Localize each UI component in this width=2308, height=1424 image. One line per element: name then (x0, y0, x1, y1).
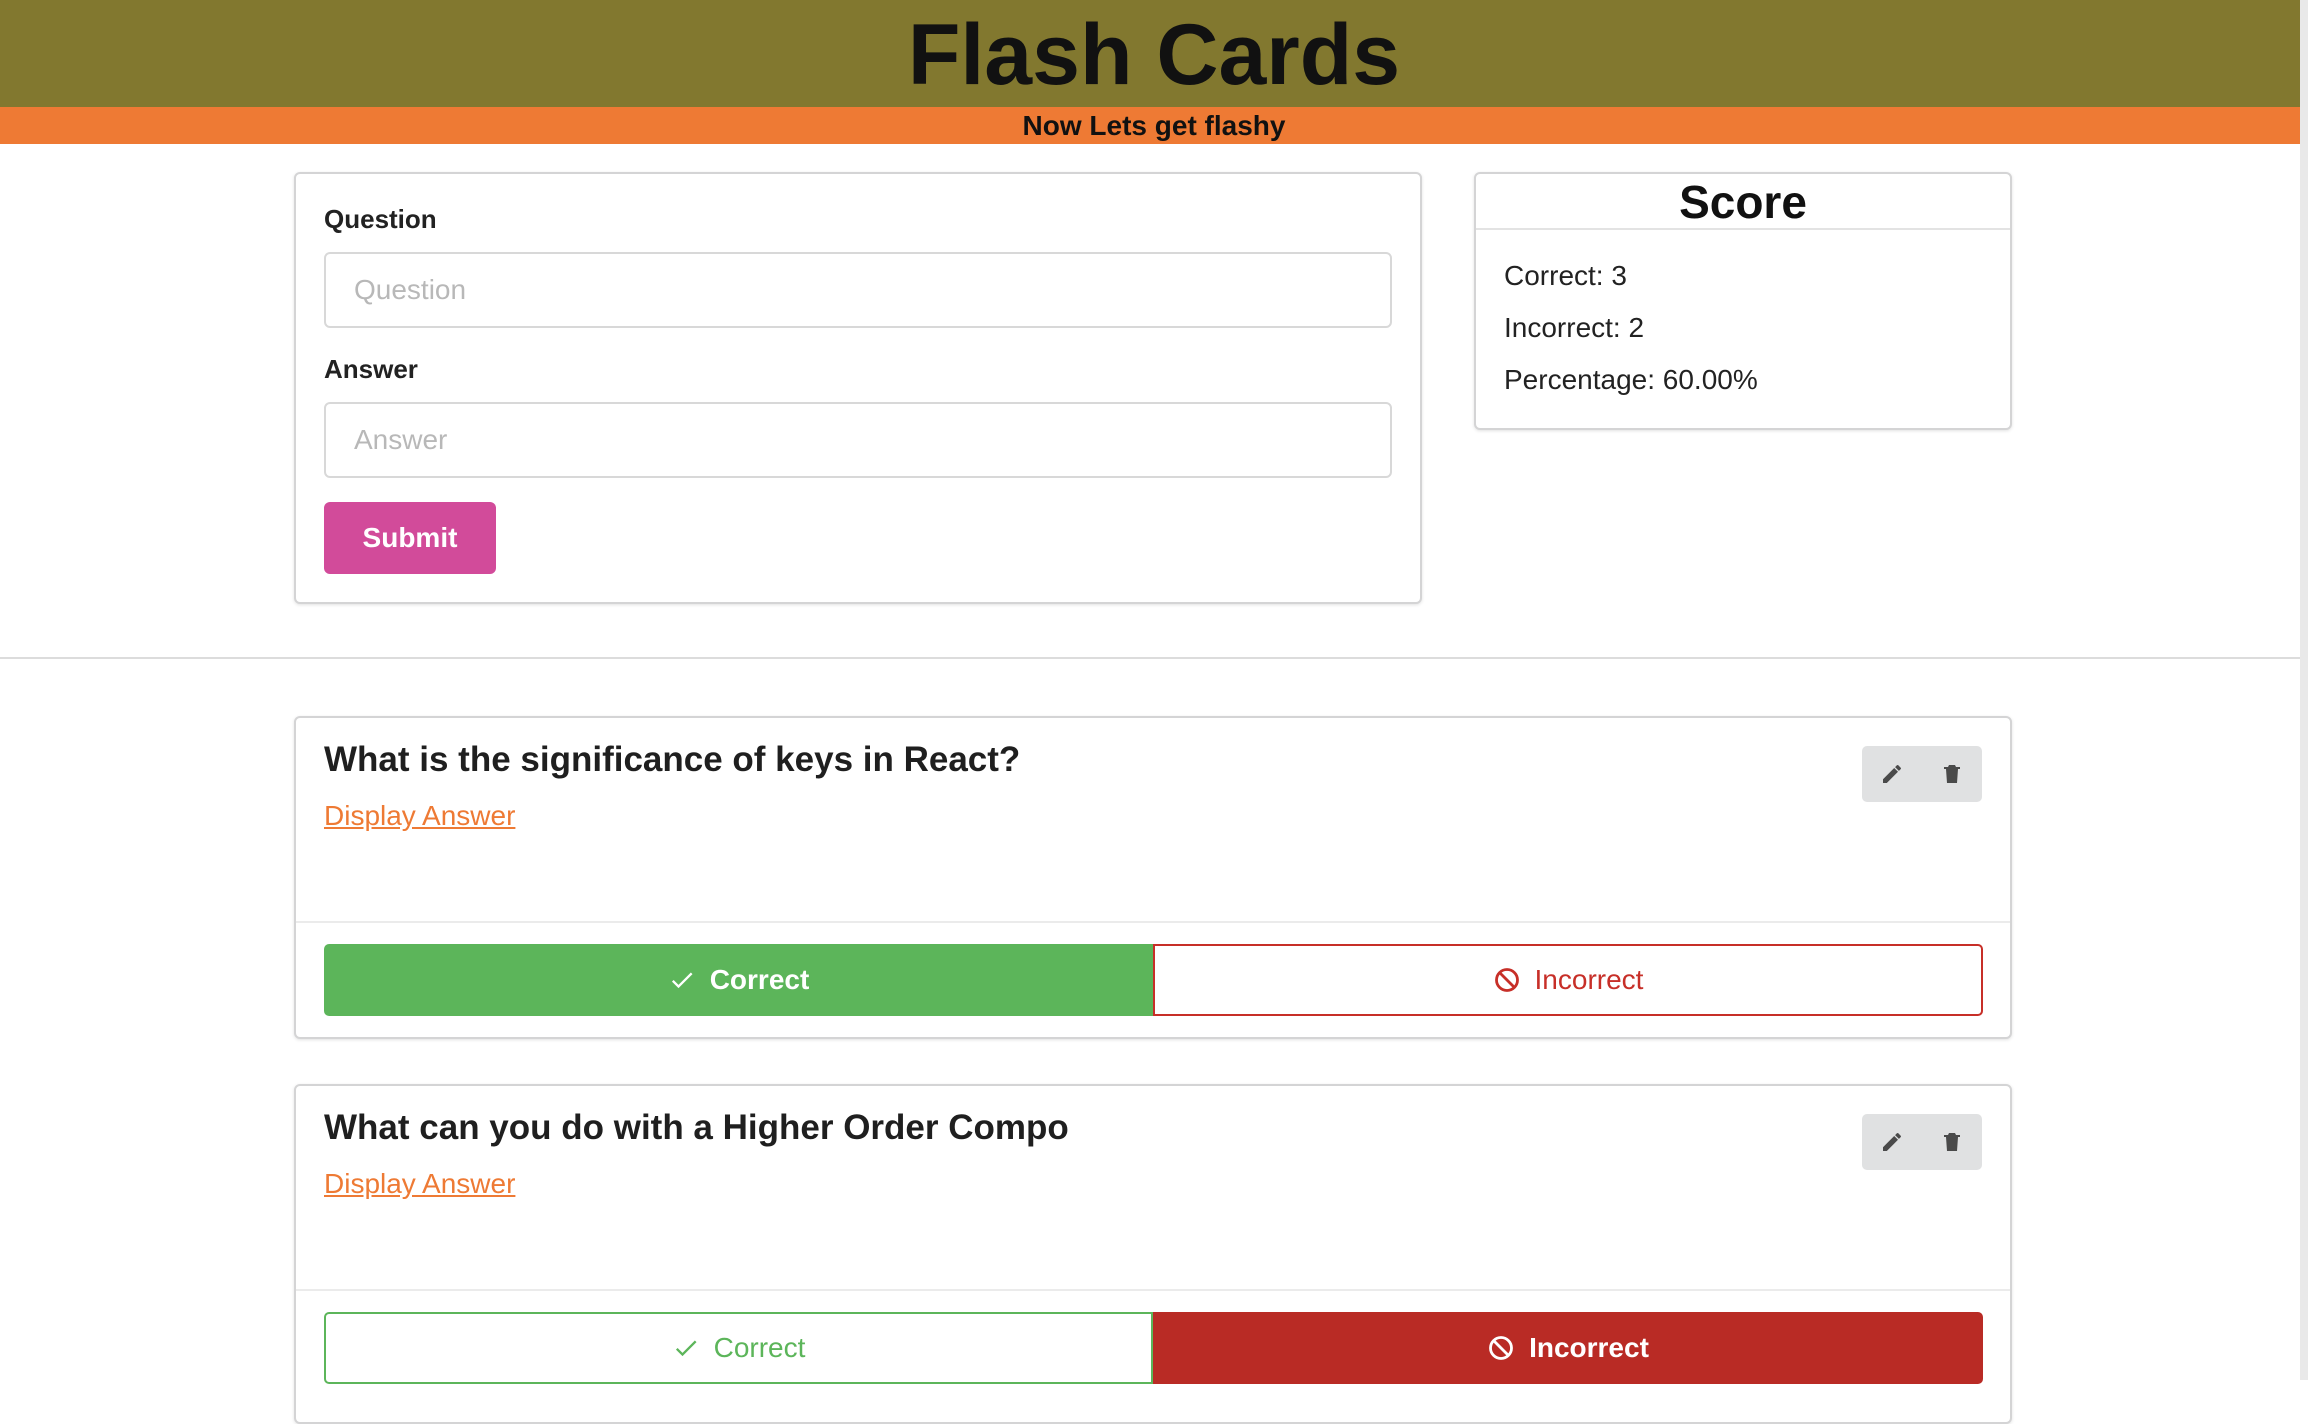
question-label: Question (324, 204, 437, 234)
page-title: Flash Cards (907, 7, 1401, 103)
card-actions (1862, 746, 1982, 802)
ban-icon (1489, 1336, 1513, 1360)
correct-button[interactable]: Correct (324, 1312, 1153, 1384)
check-icon (671, 972, 693, 989)
card-actions (1862, 1114, 1982, 1170)
incorrect-label: Incorrect (1534, 964, 1644, 995)
answer-buttons: Correct Incorrect (324, 944, 1983, 1016)
card-separator (296, 921, 2010, 923)
display-answer-link[interactable]: Display Answer (324, 800, 515, 832)
window-edge (2300, 0, 2308, 1380)
incorrect-button[interactable]: Incorrect (1153, 944, 1983, 1016)
correct-label: Correct (713, 1332, 806, 1363)
card-question: What is the significance of keys in Reac… (324, 740, 1021, 779)
delete-button[interactable] (1922, 1114, 1982, 1170)
page-subtitle: Now Lets get flashy (1022, 110, 1286, 141)
flash-card: What is the significance of keys in Reac… (294, 716, 2012, 1039)
ban-icon (1494, 968, 1519, 992)
check-icon (675, 1340, 697, 1357)
card-question: What can you do with a Higher Order Comp… (324, 1108, 1069, 1147)
submit-button[interactable]: Submit (324, 502, 496, 574)
answer-label: Answer (324, 354, 418, 384)
pencil-icon (1883, 765, 1901, 783)
delete-button[interactable] (1922, 746, 1982, 802)
trash-icon (1944, 765, 1960, 783)
trash-icon (1944, 1133, 1960, 1151)
edit-button[interactable] (1862, 746, 1922, 802)
add-card-form: Question Answer Submit (294, 172, 1422, 604)
correct-label: Correct (709, 964, 810, 995)
score-title: Score (1476, 174, 2010, 230)
incorrect-button[interactable]: Incorrect (1153, 1312, 1983, 1384)
incorrect-label: Incorrect (1529, 1332, 1649, 1363)
score-percentage: Percentage: 60.00% (1504, 364, 1758, 395)
correct-button[interactable]: Correct (324, 944, 1153, 1016)
flash-card: What can you do with a Higher Order Comp… (294, 1084, 2012, 1424)
score-correct: Correct: 3 (1504, 260, 1627, 291)
score-incorrect: Incorrect: 2 (1504, 312, 1645, 343)
section-divider (0, 657, 2300, 659)
question-input[interactable] (324, 252, 1392, 328)
answer-input[interactable] (324, 402, 1392, 478)
pencil-icon (1883, 1133, 1901, 1151)
card-separator (296, 1289, 2010, 1291)
edit-button[interactable] (1862, 1114, 1922, 1170)
score-panel: Score Correct: 3 Incorrect: 2 Percentage… (1474, 172, 2012, 430)
answer-buttons: Correct Incorrect (324, 1312, 1983, 1384)
display-answer-link[interactable]: Display Answer (324, 1168, 515, 1200)
